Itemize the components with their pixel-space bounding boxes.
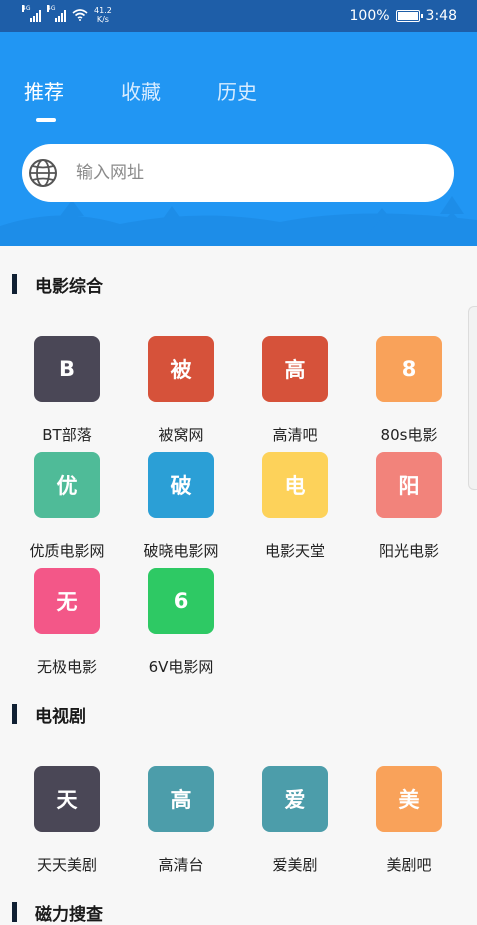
- wifi-icon: [72, 9, 88, 21]
- url-search-bar[interactable]: [22, 144, 454, 202]
- shortcut-item[interactable]: 爱爱美剧: [245, 766, 345, 876]
- net-speed-value: 41.2: [94, 6, 112, 15]
- shortcut-icon: 电: [262, 452, 328, 518]
- shortcut-label: 被窝网: [158, 426, 204, 444]
- tab-favorites[interactable]: 收藏: [121, 76, 161, 105]
- signal-type: 4G: [22, 5, 31, 12]
- tab-history[interactable]: 历史: [217, 76, 257, 105]
- shortcut-item[interactable]: 8 80s电影: [359, 336, 459, 446]
- section-tv-label: 电视剧: [35, 706, 86, 727]
- shortcut-item[interactable]: 高高清台: [131, 766, 231, 876]
- shortcut-icon: 6: [148, 568, 214, 634]
- section-magnet-label: 磁力搜查: [35, 904, 103, 925]
- signal-icon: 4G: [22, 5, 41, 22]
- section-marker: [12, 274, 17, 294]
- shortcut-label: 无极电影: [36, 658, 97, 676]
- shortcut-icon: 被: [148, 336, 214, 402]
- shortcut-label: 电影天堂: [264, 542, 325, 560]
- shortcut-label: BT部落: [42, 426, 92, 444]
- shortcut-icon: 8: [376, 336, 442, 402]
- battery-percent: 100%: [349, 8, 390, 24]
- shortcut-label: 爱美剧: [272, 856, 318, 874]
- shortcut-item[interactable]: 美美剧吧: [359, 766, 459, 876]
- header: 推荐 收藏 历史: [0, 32, 477, 246]
- section-marker: [12, 902, 17, 922]
- clock: 3:48: [425, 8, 457, 24]
- tab-indicator: [36, 118, 56, 122]
- shortcut-item[interactable]: B BT部落: [17, 336, 117, 446]
- section-magnet-title: 磁力搜查: [12, 900, 103, 925]
- shortcut-item[interactable]: 6 6V电影网: [131, 568, 231, 678]
- net-speed: 41.2 K/s: [94, 6, 112, 24]
- shortcut-label: 高清吧: [272, 426, 318, 444]
- shortcut-item[interactable]: 破破晓电影网: [131, 452, 231, 562]
- shortcut-item[interactable]: 天天天美剧: [17, 766, 117, 876]
- shortcut-icon: 优: [34, 452, 100, 518]
- signal-type-2: 4G: [47, 5, 56, 12]
- shortcut-item[interactable]: 优优质电影网: [17, 452, 117, 562]
- section-tv-title: 电视剧: [12, 702, 86, 727]
- shortcut-label: 6V电影网: [148, 658, 214, 676]
- shortcut-item[interactable]: 被被窝网: [131, 336, 231, 446]
- shortcut-icon: 无: [34, 568, 100, 634]
- shortcut-icon: 高: [148, 766, 214, 832]
- shortcut-label: 阳光电影: [378, 542, 439, 560]
- battery-icon: [395, 10, 423, 22]
- side-scroll-handle[interactable]: [468, 306, 477, 490]
- shortcut-icon: 爱: [262, 766, 328, 832]
- shortcut-label: 高清台: [158, 856, 204, 874]
- section-marker: [12, 704, 17, 724]
- status-right: 100% 3:48: [350, 8, 457, 24]
- shortcut-label: 优质电影网: [29, 542, 105, 560]
- status-left: 4G 4G 41.2 K/s: [22, 5, 112, 24]
- globe-icon: [29, 159, 57, 187]
- net-speed-unit: K/s: [96, 15, 109, 24]
- shortcut-icon: 阳: [376, 452, 442, 518]
- section-movies-title: 电影综合: [12, 272, 103, 297]
- tab-recommend[interactable]: 推荐: [24, 76, 64, 105]
- section-movies-label: 电影综合: [35, 276, 103, 297]
- shortcut-item[interactable]: 无无极电影: [17, 568, 117, 678]
- shortcut-label: 天天美剧: [36, 856, 97, 874]
- shortcut-icon: B: [34, 336, 100, 402]
- signal-icon-2: 4G: [47, 5, 66, 22]
- shortcut-item[interactable]: 电电影天堂: [245, 452, 345, 562]
- shortcut-icon: 高: [262, 336, 328, 402]
- shortcut-icon: 美: [376, 766, 442, 832]
- shortcut-label: 破晓电影网: [143, 542, 219, 560]
- url-input[interactable]: [74, 162, 408, 184]
- status-bar: 4G 4G 41.2 K/s 100% 3:48: [0, 0, 477, 32]
- shortcut-icon: 破: [148, 452, 214, 518]
- shortcut-item[interactable]: 高高清吧: [245, 336, 345, 446]
- shortcut-icon: 天: [34, 766, 100, 832]
- shortcut-item[interactable]: 阳阳光电影: [359, 452, 459, 562]
- shortcut-label: 美剧吧: [386, 856, 432, 874]
- shortcut-label: 80s电影: [380, 426, 438, 444]
